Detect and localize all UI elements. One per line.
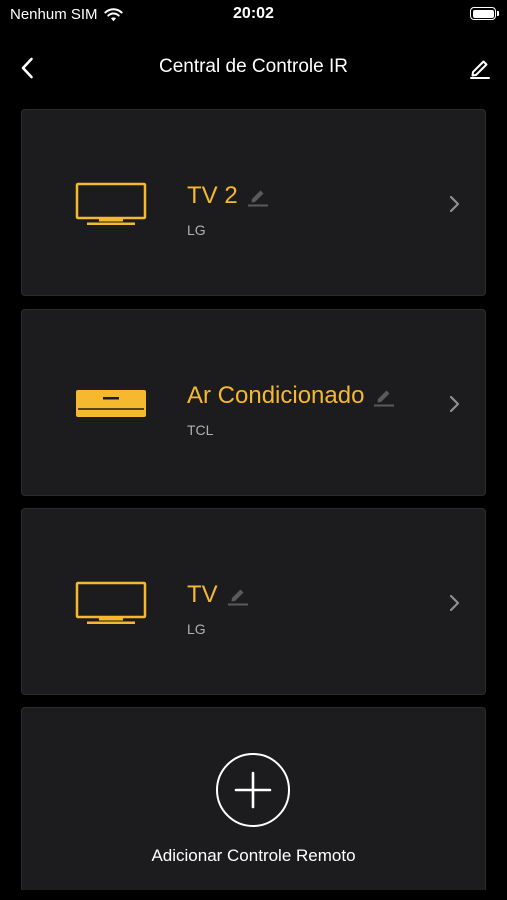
device-name-row: TV 2 — [187, 182, 269, 210]
battery-icon — [470, 7, 499, 20]
status-bar: Nenhum SIM 20:02 — [0, 0, 507, 30]
device-card[interactable]: TV 2 LG — [21, 109, 486, 296]
device-name-row: TV — [187, 581, 249, 609]
chevron-right-icon — [449, 195, 460, 213]
pencil-icon — [470, 60, 490, 79]
navigation-bar: Central de Controle IR — [0, 45, 507, 91]
pencil-icon — [374, 390, 395, 407]
edit-button[interactable] — [465, 53, 495, 83]
device-card[interactable]: TV LG — [21, 508, 486, 695]
rename-button[interactable] — [373, 385, 395, 407]
device-brand: LG — [187, 621, 206, 637]
device-brand: TCL — [187, 422, 214, 438]
rename-button[interactable] — [227, 584, 249, 606]
add-remote-label: Adicionar Controle Remoto — [151, 846, 356, 865]
device-brand: LG — [187, 222, 206, 238]
page-title: Central de Controle IR — [158, 56, 349, 77]
tv-icon — [75, 581, 147, 624]
device-card[interactable]: Ar Condicionado TCL — [21, 309, 486, 496]
add-remote-button[interactable] — [216, 753, 290, 827]
plus-icon — [234, 771, 272, 809]
chevron-right-icon — [449, 395, 460, 413]
air-conditioner-icon — [76, 390, 146, 417]
add-remote-card[interactable]: Adicionar Controle Remoto — [21, 707, 486, 890]
status-time: 20:02 — [233, 5, 274, 22]
pencil-icon — [247, 190, 268, 207]
device-name: TV — [187, 581, 218, 608]
chevron-right-icon — [449, 594, 460, 612]
device-name: TV 2 — [187, 182, 238, 209]
tv-icon — [75, 182, 147, 225]
pencil-icon — [227, 589, 248, 606]
rename-button[interactable] — [247, 185, 269, 207]
device-name: Ar Condicionado — [187, 382, 365, 409]
device-name-row: Ar Condicionado — [187, 382, 395, 410]
